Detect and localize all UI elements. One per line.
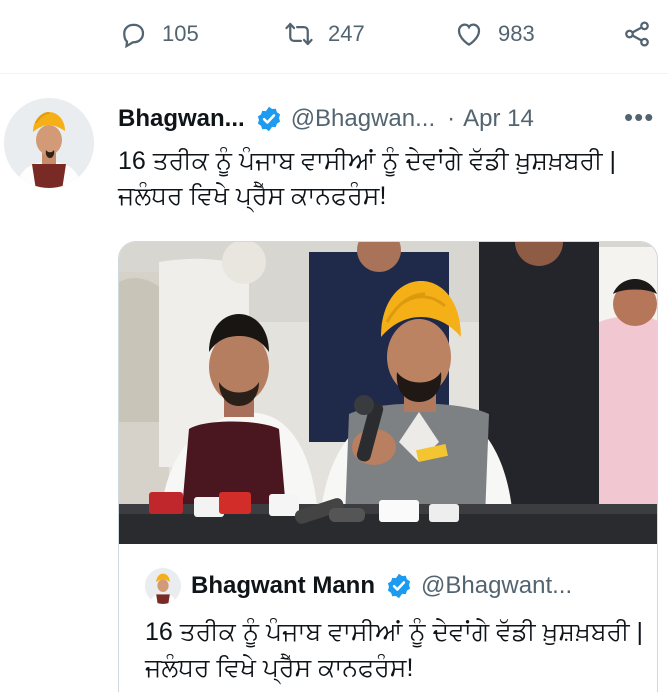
retweet-button[interactable]: 247: [284, 14, 365, 54]
like-count: 983: [498, 21, 535, 46]
verified-badge-icon: [257, 106, 280, 132]
more-options-icon[interactable]: •••: [624, 104, 654, 130]
reply-count: 105: [162, 21, 199, 46]
like-icon: [457, 23, 481, 46]
quoted-author-handle: @Bhagwant...: [421, 572, 573, 599]
tweet-action-bar: 105 247 983: [0, 0, 668, 74]
quoted-verified-badge-icon: [387, 573, 411, 599]
author-avatar[interactable]: [4, 98, 94, 188]
quoted-tweet-text: 16 ਤਰੀਕ ਨੂੰ ਪੰਜਾਬ ਵਾਸੀਆਂ ਨੂੰ ਦੇਵਾਂਗੇ ਵੱਡ…: [145, 618, 644, 682]
tweet-date[interactable]: Apr 14: [463, 105, 534, 133]
quoted-author-avatar: [145, 568, 181, 604]
quoted-tweet-card[interactable]: Bhagwant Mann @Bhagwant... 16 ਤਰੀਕ ਨੂੰ ਪ…: [118, 241, 658, 692]
quoted-avatar-portrait: [145, 568, 181, 604]
reply-button[interactable]: 105: [118, 14, 199, 54]
like-button[interactable]: 983: [454, 14, 535, 54]
press-conference-photo[interactable]: [119, 242, 658, 544]
quoted-author-name: Bhagwant Mann: [191, 572, 375, 599]
author-handle[interactable]: @Bhagwan...: [291, 105, 435, 133]
share-icon: [625, 21, 649, 47]
retweet-count: 247: [328, 21, 365, 46]
reply-icon: [123, 23, 145, 49]
quoted-tweet-header: Bhagwant Mann @Bhagwant...: [145, 568, 572, 604]
tweet-text: 16 ਤਰੀਕ ਨੂੰ ਪੰਜਾਬ ਵਾਸੀਆਂ ਨੂੰ ਦੇਵਾਂਗੇ ਵੱਡ…: [118, 147, 617, 210]
retweet-icon: [285, 22, 313, 46]
share-button[interactable]: [622, 14, 652, 54]
tweet-header: Bhagwan... @Bhagwan... · Apr 14: [118, 102, 534, 136]
author-name[interactable]: Bhagwan...: [118, 105, 245, 133]
avatar-portrait: [4, 98, 94, 188]
header-separator: ·: [447, 105, 456, 132]
